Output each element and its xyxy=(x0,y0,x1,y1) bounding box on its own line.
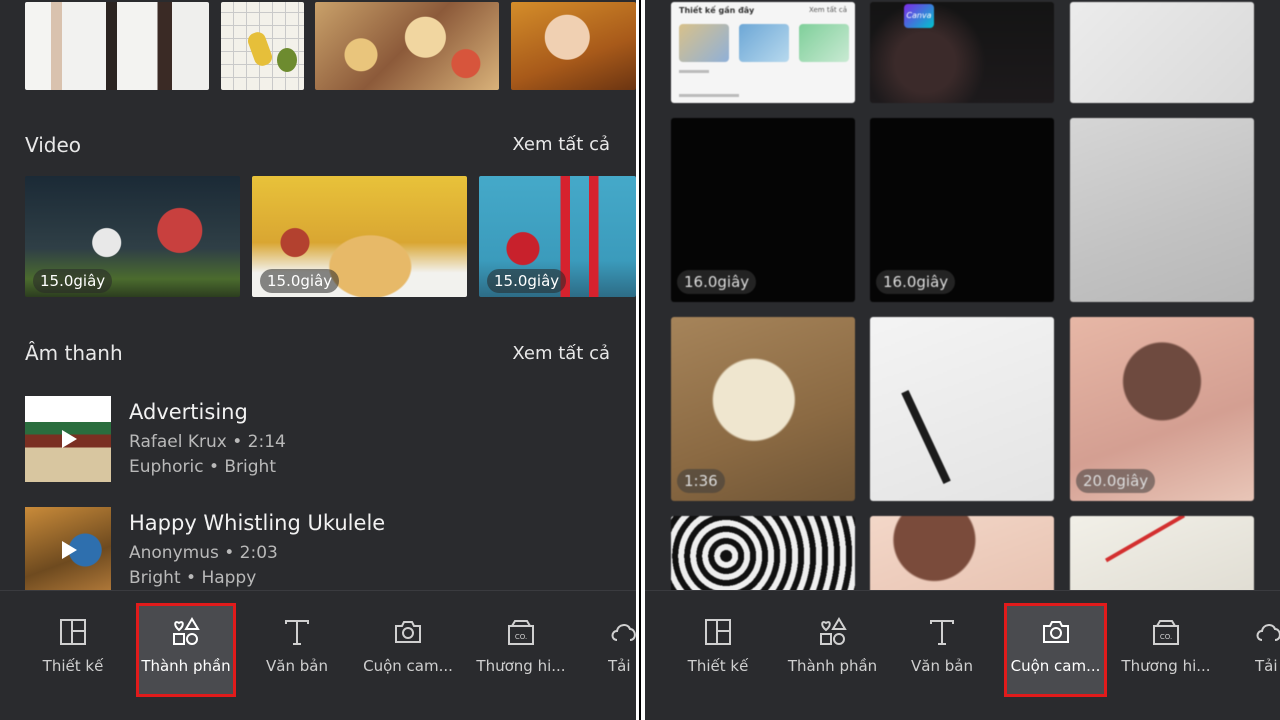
video-thumbnail[interactable]: 15.0giây xyxy=(252,176,467,297)
layout-icon xyxy=(60,619,86,645)
photo-thumbnail[interactable] xyxy=(315,2,499,90)
video-thumbnail[interactable]: 15.0giây xyxy=(25,176,240,297)
track-artist-duration: Rafael Krux • 2:14 xyxy=(129,432,286,452)
nav-tab-brand[interactable]: CO. Thương hi... xyxy=(471,603,571,697)
nav-tab-text[interactable]: Văn bản xyxy=(247,603,347,697)
nav-tab-brand[interactable]: CO. Thương hi... xyxy=(1116,603,1216,697)
brand-icon: CO. xyxy=(1153,620,1179,645)
nav-tab-camera-roll[interactable]: Cuộn cam... xyxy=(1004,603,1107,697)
duration-badge: 15.0giây xyxy=(260,269,340,293)
nav-tab-camera-roll[interactable]: Cuộn cam... xyxy=(358,603,458,697)
doc-card xyxy=(679,24,729,62)
doc-card xyxy=(739,24,789,62)
media-tile[interactable]: 16.0giây xyxy=(870,118,1054,302)
media-tile[interactable]: Thiết kế gần đây Xem tất cả xyxy=(671,2,855,103)
nav-tab-text[interactable]: Văn bản xyxy=(892,603,992,697)
track-cover[interactable] xyxy=(25,507,111,593)
nav-label: Tải xyxy=(1255,657,1278,675)
svg-text:CO.: CO. xyxy=(1160,633,1172,641)
media-tile[interactable]: 1:36 xyxy=(671,317,855,501)
text-icon xyxy=(930,620,954,645)
track-tags: Euphoric • Bright xyxy=(129,457,276,477)
nav-tab-design[interactable]: Thiết kế xyxy=(23,603,123,697)
doc-text-line xyxy=(679,94,739,97)
audio-track-item[interactable]: Happy Whistling Ukulele Anonymus • 2:03 … xyxy=(25,507,625,597)
nav-tab-uploads[interactable]: Tải xyxy=(1225,603,1280,697)
photo-thumbnail[interactable] xyxy=(25,2,209,90)
media-tile[interactable] xyxy=(1070,118,1254,302)
play-icon xyxy=(62,541,77,559)
camera-icon xyxy=(1042,621,1069,643)
nav-label: Văn bản xyxy=(911,657,973,675)
nav-tab-design[interactable]: Thiết kế xyxy=(668,603,768,697)
media-tile[interactable] xyxy=(671,516,855,596)
audio-see-all-link[interactable]: Xem tất cả xyxy=(512,343,610,364)
camera-roll-panel: Thiết kế gần đây Xem tất cả Canva 16.0gi… xyxy=(645,0,1280,720)
photo-thumbnail[interactable] xyxy=(221,2,304,90)
track-cover[interactable] xyxy=(25,396,111,482)
media-tile[interactable] xyxy=(1070,2,1254,103)
media-tile[interactable] xyxy=(870,317,1054,501)
text-icon xyxy=(285,620,309,645)
nav-label: Thương hi... xyxy=(476,657,566,675)
bottom-nav: Thiết kế Thành phần Văn bản Cuộn cam... … xyxy=(645,590,1280,720)
doc-text-line xyxy=(679,70,709,73)
play-icon xyxy=(62,430,77,448)
duration-badge: 1:36 xyxy=(677,469,725,493)
nav-label: Cuộn cam... xyxy=(363,657,453,675)
doc-card xyxy=(799,24,849,62)
media-tile[interactable]: Canva xyxy=(870,2,1054,103)
nav-label: Thành phần xyxy=(141,657,231,675)
doc-heading: Thiết kế gần đây xyxy=(679,6,755,15)
nav-label: Tải xyxy=(608,657,631,675)
duration-badge: 15.0giây xyxy=(33,269,113,293)
nav-label: Văn bản xyxy=(266,657,328,675)
nav-tab-uploads[interactable]: Tải xyxy=(580,603,636,697)
brand-icon: CO. xyxy=(508,620,534,645)
elements-icon xyxy=(173,617,200,645)
nav-label: Thiết kế xyxy=(687,657,749,675)
camera-icon xyxy=(395,621,421,643)
audio-track-item[interactable]: Advertising Rafael Krux • 2:14 Euphoric … xyxy=(25,396,625,486)
media-tile[interactable] xyxy=(1070,516,1254,596)
canva-logo: Canva xyxy=(904,4,934,28)
duration-badge: 15.0giây xyxy=(487,269,567,293)
track-title: Advertising xyxy=(129,400,248,424)
panel-divider xyxy=(636,0,645,720)
nav-label: Thiết kế xyxy=(42,657,104,675)
media-tile[interactable]: 20.0giây xyxy=(1070,317,1254,501)
layout-icon xyxy=(705,619,731,645)
video-section-title: Video xyxy=(25,133,82,157)
track-title: Happy Whistling Ukulele xyxy=(129,511,386,535)
bottom-nav: Thiết kế Thành phần Văn bản Cuộn cam... … xyxy=(0,590,636,720)
nav-tab-elements[interactable]: Thành phần xyxy=(780,603,885,697)
elements-icon xyxy=(819,617,847,645)
svg-text:CO.: CO. xyxy=(515,633,527,641)
doc-see-all: Xem tất cả xyxy=(809,6,847,14)
upload-icon xyxy=(611,624,636,641)
media-tile[interactable]: 16.0giây xyxy=(671,118,855,302)
nav-label: Cuộn cam... xyxy=(1010,657,1101,675)
upload-icon xyxy=(1256,624,1280,641)
elements-panel: Video Xem tất cả 15.0giây 15.0giây 15.0g… xyxy=(0,0,636,720)
nav-tab-elements[interactable]: Thành phần xyxy=(136,603,236,697)
photo-thumbnail[interactable] xyxy=(511,2,636,90)
media-tile[interactable] xyxy=(870,516,1054,596)
video-thumbnail[interactable]: 15.0giây xyxy=(479,176,636,297)
nav-label: Thương hi... xyxy=(1121,657,1211,675)
duration-badge: 20.0giây xyxy=(1076,469,1156,493)
video-see-all-link[interactable]: Xem tất cả xyxy=(512,134,610,155)
track-tags: Bright • Happy xyxy=(129,568,257,588)
track-artist-duration: Anonymus • 2:03 xyxy=(129,543,278,563)
duration-badge: 16.0giây xyxy=(876,270,956,294)
duration-badge: 16.0giây xyxy=(677,270,757,294)
audio-section-title: Âm thanh xyxy=(25,341,123,365)
nav-label: Thành phần xyxy=(787,657,878,675)
